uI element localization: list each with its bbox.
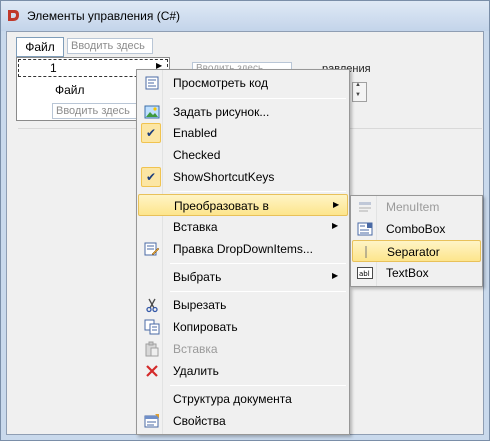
submenu-item-label: TextBox: [386, 266, 429, 280]
submenu-item-textbox[interactable]: abl TextBox: [352, 262, 481, 284]
menu-item-label: Вырезать: [173, 298, 227, 312]
menu-item-label: ShowShortcutKeys: [173, 170, 275, 184]
submenu-item-label: MenuItem: [386, 200, 440, 214]
edit-items-icon: [144, 241, 160, 257]
delete-icon: [144, 363, 160, 379]
menu-item-label: Копировать: [173, 320, 238, 334]
menu-item-label: Задать рисунок...: [173, 105, 270, 119]
menu-item-cut[interactable]: Вырезать: [138, 294, 348, 316]
menu-item-view-code[interactable]: Просмотреть код: [138, 72, 348, 94]
menu-separator: [170, 191, 346, 192]
menu-item-convert-to[interactable]: Преобразовать в ▶: [138, 194, 348, 216]
menu-item-set-image[interactable]: Задать рисунок...: [138, 101, 348, 123]
copy-icon: [144, 319, 160, 335]
chevron-right-icon: ▶: [332, 221, 339, 230]
combobox-icon: [357, 221, 373, 237]
view-code-icon: [144, 75, 160, 91]
chevron-right-icon: ▶: [333, 200, 340, 209]
app-icon: [7, 9, 20, 22]
window-title: Элементы управления (C#): [27, 9, 181, 23]
dropdown-item-1-label: 1: [50, 61, 57, 75]
submenu-item-separator[interactable]: Separator: [352, 240, 481, 262]
spinner-up-icon[interactable]: ▲: [355, 82, 361, 88]
menu-item-label: Преобразовать в: [174, 199, 269, 213]
menu-item-copy[interactable]: Копировать: [138, 316, 348, 338]
menu-item-label: Просмотреть код: [173, 76, 268, 90]
menu-file-top[interactable]: Файл: [16, 37, 64, 57]
spinner-down-icon[interactable]: ▼: [355, 92, 361, 98]
textbox-icon: abl: [357, 265, 373, 281]
menu-item-insert[interactable]: Вставка ▶: [138, 216, 348, 238]
menu-item-select[interactable]: Выбрать ▶: [138, 266, 348, 288]
scissors-icon: [144, 297, 160, 313]
properties-icon: [144, 413, 160, 429]
menu-item-label: Вставка: [173, 220, 218, 234]
svg-text:abl: abl: [359, 270, 370, 278]
submenu-item-label: ComboBox: [386, 222, 446, 236]
menu-item-edit-dropdown-items[interactable]: Правка DropDownItems...: [138, 238, 348, 260]
menu-item-enabled[interactable]: ✔ Enabled: [138, 122, 348, 144]
chevron-right-icon: ▶: [332, 271, 339, 280]
menu-item-delete[interactable]: Удалить: [138, 360, 348, 382]
separator-icon: [358, 244, 374, 260]
image-icon: [144, 104, 160, 120]
menu-item-label: Правка DropDownItems...: [173, 242, 313, 256]
menu-item-document-outline[interactable]: Структура документа: [138, 388, 348, 410]
menu-item-label: Checked: [173, 148, 221, 162]
menu-item-paste[interactable]: Вставка: [138, 338, 348, 360]
submenu-item-combobox[interactable]: ComboBox: [352, 218, 481, 240]
menuitem-icon: [357, 199, 373, 215]
dropdown-item-file[interactable]: Файл: [55, 83, 85, 97]
dropdown-type-here[interactable]: Вводить здесь: [52, 103, 148, 119]
menu-item-label: Удалить: [173, 364, 219, 378]
paste-icon: [144, 341, 160, 357]
menu-type-here-top[interactable]: Вводить здесь: [67, 38, 153, 54]
submenu-item-menuitem[interactable]: MenuItem: [352, 196, 481, 218]
menu-separator: [170, 98, 346, 99]
menu-item-label: Вставка: [173, 342, 218, 356]
menu-item-label: Enabled: [173, 126, 218, 140]
menu-item-show-shortcut-keys[interactable]: ✔ ShowShortcutKeys: [138, 166, 348, 188]
menu-separator: [170, 291, 346, 292]
menu-separator: [170, 385, 346, 386]
menu-item-checked[interactable]: Checked: [138, 144, 348, 166]
submenu-item-label: Separator: [387, 245, 440, 259]
menu-item-properties[interactable]: Свойства: [138, 410, 348, 432]
checkmark-icon: ✔: [141, 123, 161, 143]
menu-item-label: Структура документа: [173, 392, 292, 406]
checkmark-icon: ✔: [141, 167, 161, 187]
menu-separator: [170, 263, 346, 264]
menu-item-label: Выбрать: [173, 270, 222, 284]
menu-item-label: Свойства: [173, 414, 226, 428]
